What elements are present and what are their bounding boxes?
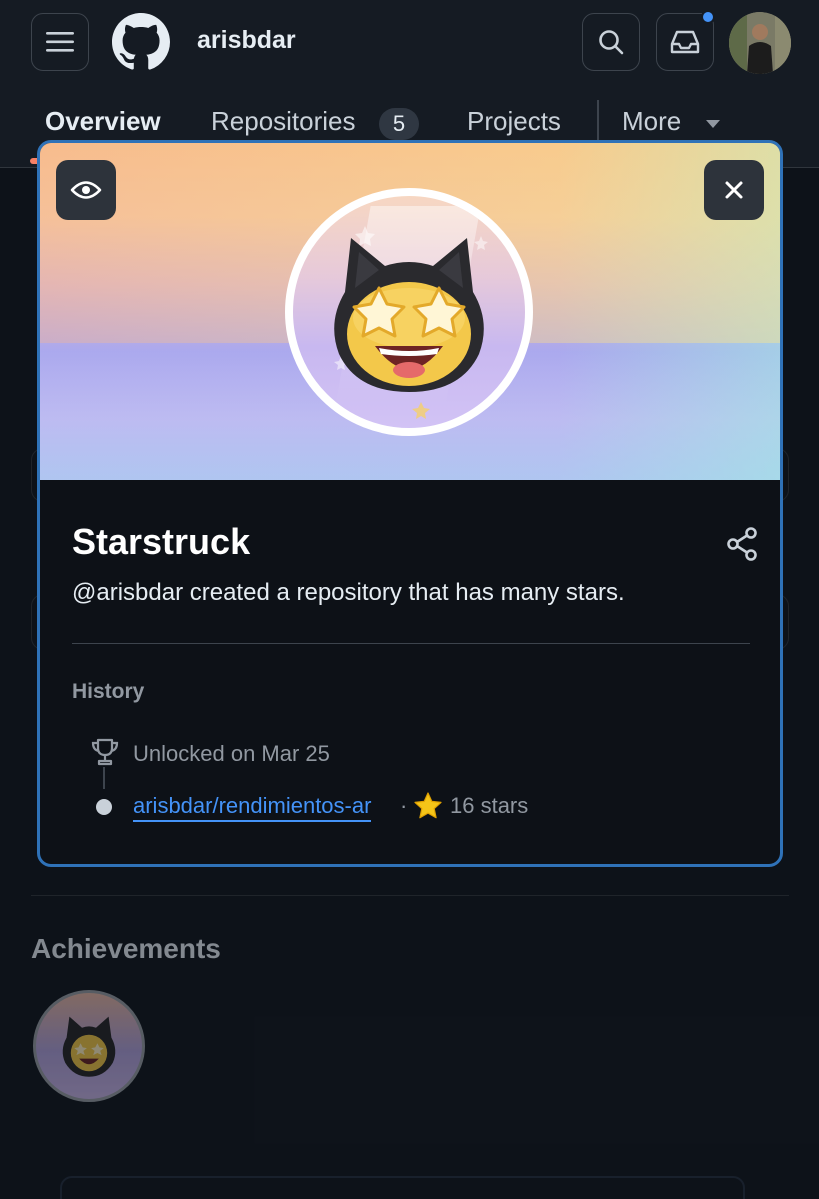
close-button[interactable] bbox=[704, 160, 764, 220]
timeline-dot bbox=[96, 799, 112, 815]
achievement-hero bbox=[40, 143, 780, 480]
stars-count: 16 stars bbox=[450, 793, 529, 818]
avatar-photo bbox=[729, 12, 791, 74]
search-button[interactable] bbox=[582, 13, 640, 71]
menu-icon bbox=[46, 32, 74, 52]
tab-projects[interactable]: Projects bbox=[467, 106, 561, 137]
achievement-dialog: Starstruck @arisbdar created a repositor… bbox=[37, 140, 783, 867]
search-icon bbox=[599, 30, 624, 55]
menu-button[interactable] bbox=[31, 13, 89, 71]
share-icon[interactable] bbox=[726, 527, 758, 561]
starstruck-badge bbox=[285, 188, 533, 436]
separator-dot: · bbox=[400, 793, 408, 818]
history-heading: History bbox=[72, 680, 145, 703]
achievement-description: @arisbdar created a repository that has … bbox=[72, 579, 625, 606]
visibility-toggle-button[interactable] bbox=[56, 160, 116, 220]
achievement-title: Starstruck bbox=[72, 521, 251, 562]
profile-username[interactable]: arisbdar bbox=[197, 26, 296, 55]
chevron-down-icon bbox=[706, 120, 720, 128]
repository-link[interactable]: arisbdar/rendimientos-ar bbox=[133, 793, 372, 822]
tab-overview[interactable]: Overview bbox=[45, 106, 161, 137]
trophy-icon bbox=[91, 738, 119, 766]
notification-indicator bbox=[701, 10, 715, 24]
eye-icon bbox=[70, 181, 102, 199]
user-avatar[interactable] bbox=[729, 12, 791, 74]
github-logo-icon[interactable] bbox=[112, 13, 170, 71]
dialog-divider bbox=[72, 643, 750, 644]
close-icon bbox=[725, 181, 743, 199]
starstruck-cat-icon bbox=[334, 226, 488, 419]
star-emoji-icon bbox=[414, 792, 442, 819]
inbox-icon bbox=[670, 30, 700, 54]
repositories-counter: 5 bbox=[379, 108, 419, 140]
tab-more[interactable]: More bbox=[622, 106, 681, 137]
unlocked-date: Unlocked on Mar 25 bbox=[133, 741, 330, 766]
timeline-connector bbox=[103, 767, 105, 789]
tab-repositories[interactable]: Repositories bbox=[211, 106, 356, 137]
